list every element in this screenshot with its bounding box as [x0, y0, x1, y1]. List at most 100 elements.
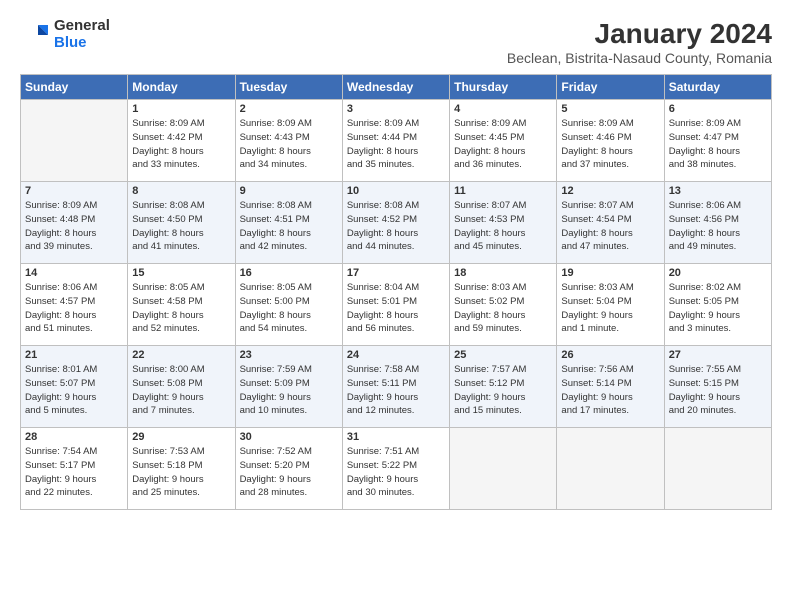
day-info: Sunrise: 7:55 AM Sunset: 5:15 PM Dayligh…: [669, 363, 767, 418]
calendar-cell: 2 Sunrise: 8:09 AM Sunset: 4:43 PM Daylig…: [235, 100, 342, 182]
calendar-cell: 10 Sunrise: 8:08 AM Sunset: 4:52 PM Dayli…: [342, 182, 449, 264]
calendar-cell: [557, 428, 664, 510]
day-info: Sunrise: 7:53 AM Sunset: 5:18 PM Dayligh…: [132, 445, 230, 500]
calendar-header-sunday: Sunday: [21, 75, 128, 100]
calendar-cell: 24 Sunrise: 7:58 AM Sunset: 5:11 PM Dayli…: [342, 346, 449, 428]
day-number: 4: [454, 103, 552, 115]
calendar-cell: 21 Sunrise: 8:01 AM Sunset: 5:07 PM Dayli…: [21, 346, 128, 428]
calendar-cell: 19 Sunrise: 8:03 AM Sunset: 5:04 PM Dayli…: [557, 264, 664, 346]
day-number: 18: [454, 267, 552, 279]
calendar-cell: 11Sunrise: 8:07 AM Sunset: 4:53 PM Dayli…: [450, 182, 557, 264]
day-number: 25: [454, 349, 552, 361]
day-info: Sunrise: 8:03 AM Sunset: 5:02 PM Dayligh…: [454, 281, 552, 336]
calendar-cell: [21, 100, 128, 182]
main-title: January 2024: [507, 18, 772, 50]
calendar-week-4: 21 Sunrise: 8:01 AM Sunset: 5:07 PM Dayli…: [21, 346, 772, 428]
day-number: 16: [240, 267, 338, 279]
calendar-cell: 12Sunrise: 8:07 AM Sunset: 4:54 PM Dayli…: [557, 182, 664, 264]
calendar-header-saturday: Saturday: [664, 75, 771, 100]
title-block: January 2024 Beclean, Bistrita-Nasaud Co…: [507, 18, 772, 66]
day-number: 13: [669, 185, 767, 197]
logo-general-text: General: [54, 18, 110, 35]
day-number: 3: [347, 103, 445, 115]
page: General Blue January 2024 Beclean, Bistr…: [0, 0, 792, 612]
day-info: Sunrise: 8:09 AM Sunset: 4:48 PM Dayligh…: [25, 199, 123, 254]
calendar-header-tuesday: Tuesday: [235, 75, 342, 100]
calendar-cell: [450, 428, 557, 510]
day-number: 30: [240, 431, 338, 443]
day-info: Sunrise: 8:09 AM Sunset: 4:42 PM Dayligh…: [132, 117, 230, 172]
day-info: Sunrise: 8:02 AM Sunset: 5:05 PM Dayligh…: [669, 281, 767, 336]
calendar-cell: 5Sunrise: 8:09 AM Sunset: 4:46 PM Daylig…: [557, 100, 664, 182]
day-number: 2: [240, 103, 338, 115]
logo: General Blue: [20, 18, 110, 51]
day-info: Sunrise: 8:09 AM Sunset: 4:45 PM Dayligh…: [454, 117, 552, 172]
calendar-cell: 14 Sunrise: 8:06 AM Sunset: 4:57 PM Dayli…: [21, 264, 128, 346]
logo-text: General Blue: [54, 18, 110, 51]
calendar-cell: 22 Sunrise: 8:00 AM Sunset: 5:08 PM Dayli…: [128, 346, 235, 428]
day-info: Sunrise: 7:58 AM Sunset: 5:11 PM Dayligh…: [347, 363, 445, 418]
calendar-cell: 16 Sunrise: 8:05 AM Sunset: 5:00 PM Dayli…: [235, 264, 342, 346]
calendar-header-monday: Monday: [128, 75, 235, 100]
day-number: 24: [347, 349, 445, 361]
day-number: 9: [240, 185, 338, 197]
day-number: 21: [25, 349, 123, 361]
calendar-cell: 1 Sunrise: 8:09 AM Sunset: 4:42 PM Daylig…: [128, 100, 235, 182]
calendar-cell: 9 Sunrise: 8:08 AM Sunset: 4:51 PM Daylig…: [235, 182, 342, 264]
calendar-cell: [664, 428, 771, 510]
day-number: 15: [132, 267, 230, 279]
day-number: 31: [347, 431, 445, 443]
day-number: 6: [669, 103, 767, 115]
calendar-week-1: 1 Sunrise: 8:09 AM Sunset: 4:42 PM Daylig…: [21, 100, 772, 182]
day-number: 8: [132, 185, 230, 197]
calendar-cell: 7Sunrise: 8:09 AM Sunset: 4:48 PM Daylig…: [21, 182, 128, 264]
calendar-table: SundayMondayTuesdayWednesdayThursdayFrid…: [20, 74, 772, 510]
day-number: 14: [25, 267, 123, 279]
day-number: 10: [347, 185, 445, 197]
calendar-cell: 30Sunrise: 7:52 AM Sunset: 5:20 PM Dayli…: [235, 428, 342, 510]
day-info: Sunrise: 8:05 AM Sunset: 4:58 PM Dayligh…: [132, 281, 230, 336]
calendar-cell: 17Sunrise: 8:04 AM Sunset: 5:01 PM Dayli…: [342, 264, 449, 346]
calendar-cell: 25Sunrise: 7:57 AM Sunset: 5:12 PM Dayli…: [450, 346, 557, 428]
day-info: Sunrise: 7:56 AM Sunset: 5:14 PM Dayligh…: [561, 363, 659, 418]
day-number: 26: [561, 349, 659, 361]
calendar-cell: 29 Sunrise: 7:53 AM Sunset: 5:18 PM Dayli…: [128, 428, 235, 510]
calendar-cell: 4 Sunrise: 8:09 AM Sunset: 4:45 PM Daylig…: [450, 100, 557, 182]
day-info: Sunrise: 8:05 AM Sunset: 5:00 PM Dayligh…: [240, 281, 338, 336]
calendar-cell: 3 Sunrise: 8:09 AM Sunset: 4:44 PM Daylig…: [342, 100, 449, 182]
day-number: 17: [347, 267, 445, 279]
day-info: Sunrise: 8:08 AM Sunset: 4:50 PM Dayligh…: [132, 199, 230, 254]
day-info: Sunrise: 8:09 AM Sunset: 4:47 PM Dayligh…: [669, 117, 767, 172]
day-number: 29: [132, 431, 230, 443]
day-info: Sunrise: 8:01 AM Sunset: 5:07 PM Dayligh…: [25, 363, 123, 418]
day-info: Sunrise: 8:06 AM Sunset: 4:57 PM Dayligh…: [25, 281, 123, 336]
logo-icon: [20, 21, 48, 49]
calendar-cell: 6 Sunrise: 8:09 AM Sunset: 4:47 PM Daylig…: [664, 100, 771, 182]
calendar-header-wednesday: Wednesday: [342, 75, 449, 100]
day-number: 27: [669, 349, 767, 361]
calendar-cell: 20 Sunrise: 8:02 AM Sunset: 5:05 PM Dayli…: [664, 264, 771, 346]
day-number: 12: [561, 185, 659, 197]
calendar-cell: 23Sunrise: 7:59 AM Sunset: 5:09 PM Dayli…: [235, 346, 342, 428]
day-info: Sunrise: 7:59 AM Sunset: 5:09 PM Dayligh…: [240, 363, 338, 418]
calendar-cell: 13Sunrise: 8:06 AM Sunset: 4:56 PM Dayli…: [664, 182, 771, 264]
day-info: Sunrise: 8:07 AM Sunset: 4:53 PM Dayligh…: [454, 199, 552, 254]
day-number: 19: [561, 267, 659, 279]
day-info: Sunrise: 8:09 AM Sunset: 4:44 PM Dayligh…: [347, 117, 445, 172]
calendar-week-3: 14 Sunrise: 8:06 AM Sunset: 4:57 PM Dayli…: [21, 264, 772, 346]
day-info: Sunrise: 8:09 AM Sunset: 4:43 PM Dayligh…: [240, 117, 338, 172]
day-info: Sunrise: 8:08 AM Sunset: 4:52 PM Dayligh…: [347, 199, 445, 254]
day-number: 22: [132, 349, 230, 361]
day-number: 20: [669, 267, 767, 279]
subtitle: Beclean, Bistrita-Nasaud County, Romania: [507, 50, 772, 66]
day-number: 28: [25, 431, 123, 443]
logo-blue-text: Blue: [54, 35, 110, 52]
day-info: Sunrise: 7:54 AM Sunset: 5:17 PM Dayligh…: [25, 445, 123, 500]
calendar-cell: 8 Sunrise: 8:08 AM Sunset: 4:50 PM Daylig…: [128, 182, 235, 264]
header: General Blue January 2024 Beclean, Bistr…: [20, 18, 772, 66]
calendar-week-5: 28 Sunrise: 7:54 AM Sunset: 5:17 PM Dayli…: [21, 428, 772, 510]
day-info: Sunrise: 8:03 AM Sunset: 5:04 PM Dayligh…: [561, 281, 659, 336]
day-info: Sunrise: 8:08 AM Sunset: 4:51 PM Dayligh…: [240, 199, 338, 254]
day-number: 1: [132, 103, 230, 115]
day-info: Sunrise: 8:00 AM Sunset: 5:08 PM Dayligh…: [132, 363, 230, 418]
